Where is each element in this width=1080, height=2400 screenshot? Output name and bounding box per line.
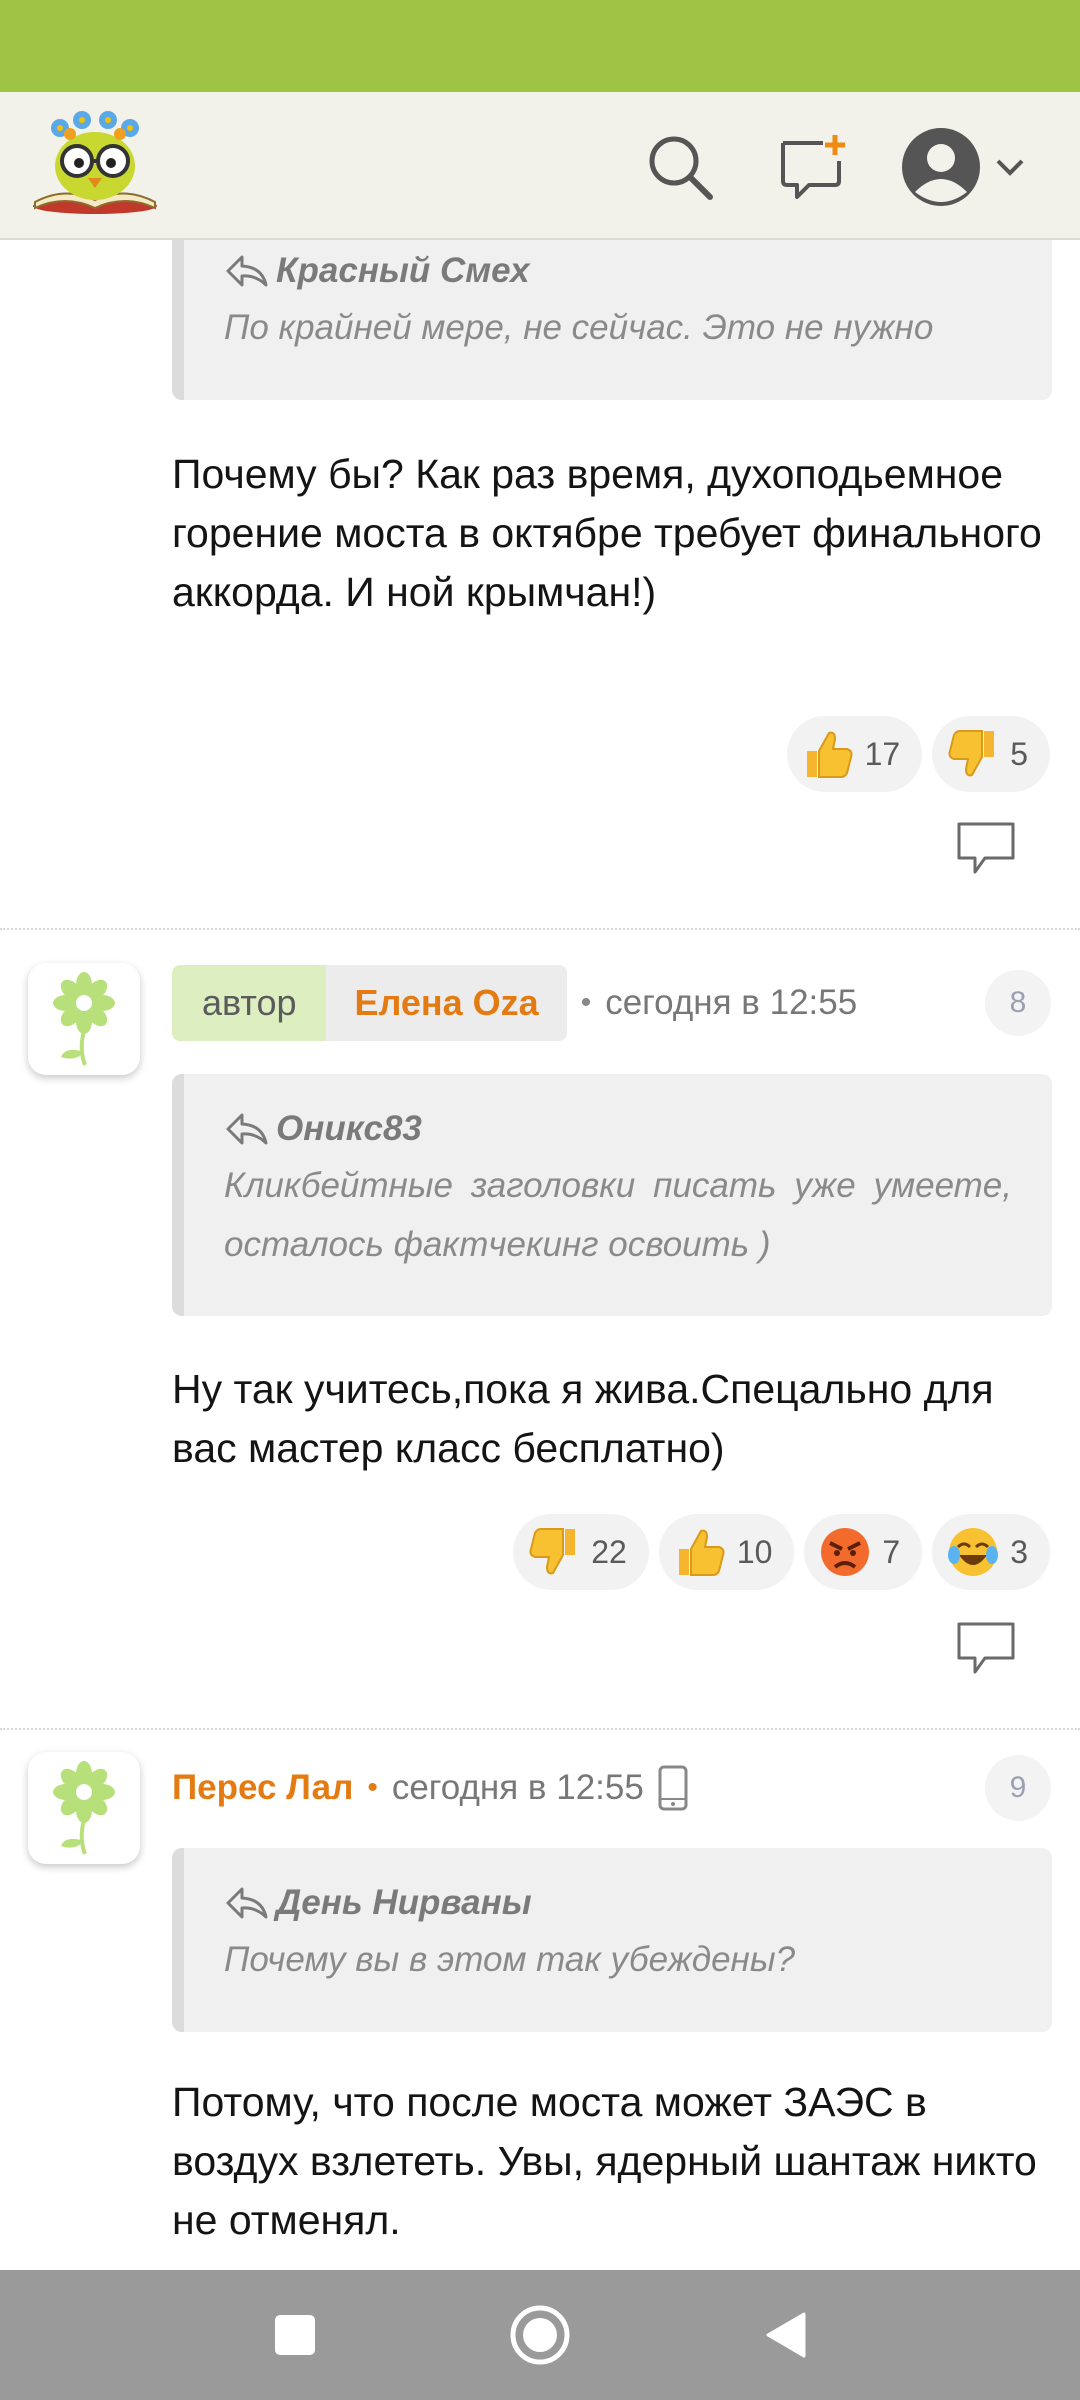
author-role-label: автор [172,965,327,1041]
reaction-tears-of-joy[interactable]: 3 [932,1514,1050,1590]
reaction-thumbs-up[interactable]: 17 [786,716,923,792]
thumbs-down-icon [527,1525,581,1579]
reaction-thumbs-up[interactable]: 10 [658,1514,795,1590]
profile-menu-button[interactable] [895,122,1035,212]
quoted-reply: День Нирваны Почему вы в этом так убежде… [172,1848,1052,2032]
quote-text: Кликбейтные заголовки писать уже умеете,… [224,1166,1012,1264]
separator-dot: • [367,1771,378,1804]
comment-body: Потому, что после моста может ЗАЭС в воз… [172,2079,1037,2243]
reaction-count: 22 [591,1533,627,1570]
reaction-count: 17 [864,735,901,772]
quoted-reply: Оникс83 Кликбейтные заголовки писать уже… [172,1074,1052,1316]
comment-body: Почему бы? Как раз время, духоподьемное … [172,451,1042,615]
search-button[interactable] [635,122,725,212]
author-name[interactable]: Перес Лал [172,1768,353,1808]
flower-avatar-icon [53,972,115,1066]
circle-icon [510,2305,570,2365]
reply-button[interactable] [955,1620,1017,1678]
recents-button[interactable] [255,2295,335,2375]
comment-time[interactable]: сегодня в 12:55 [605,983,857,1023]
reaction-count: 3 [1010,1533,1028,1570]
reply-arrow-icon [226,1113,268,1145]
home-button[interactable] [500,2295,580,2375]
triangle-back-icon [766,2312,806,2358]
reaction-thumbs-down[interactable]: 5 [932,716,1050,792]
reaction-count: 10 [736,1533,773,1570]
back-button[interactable] [745,2295,825,2375]
quote-author[interactable]: Оникс83 [276,1109,422,1149]
flower-avatar-icon [53,1761,115,1855]
reactions-bar: 17 5 [786,716,1050,792]
system-navigation-bar [0,2270,1080,2400]
status-bar [0,0,1080,92]
app-header [0,92,1080,240]
avatar[interactable] [28,1752,140,1864]
user-avatar-icon [902,128,980,206]
quote-text: Почему вы в этом так убеждены? [224,1940,796,1979]
quote-author[interactable]: Красный Смех [276,251,530,291]
reaction-count: 7 [882,1533,901,1570]
square-icon [275,2315,315,2355]
tears-of-joy-icon [946,1525,1000,1579]
search-icon [649,136,713,200]
comment-divider [0,1728,1080,1730]
comment-number[interactable]: 8 [985,970,1051,1036]
thumbs-up-icon [801,727,855,781]
comment-time[interactable]: сегодня в 12:55 [392,1768,644,1808]
thumbs-down-icon [946,727,1000,781]
separator-dot: • [580,986,592,1019]
reaction-thumbs-down[interactable]: 22 [513,1514,649,1590]
reaction-count: 5 [1010,735,1028,772]
quoted-reply: Красный Смех По крайней мере, не сейчас.… [172,240,1052,400]
chevron-down-icon [996,159,1024,176]
owl-book-logo[interactable] [30,106,160,218]
comments-feed[interactable]: Красный Смех По крайней мере, не сейчас.… [0,240,1080,2270]
reply-arrow-icon [226,1887,268,1919]
thumbs-up-icon [673,1525,727,1579]
author-name[interactable]: Елена Oza [326,965,567,1041]
comment-body: Ну так учитесь,пока я жива.Спецально для… [172,1366,994,1471]
comment-meta: автор Елена Oza • сегодня в 12:55 [172,965,857,1041]
comment-number[interactable]: 9 [985,1755,1051,1821]
reaction-angry[interactable]: 7 [804,1514,923,1590]
author-badge[interactable]: автор Елена Oza [172,965,567,1041]
mobile-phone-icon [658,1765,688,1811]
new-message-icon [781,135,845,199]
new-message-button[interactable] [768,122,858,212]
reply-arrow-icon [226,255,268,287]
avatar[interactable] [28,963,140,1075]
quote-author[interactable]: День Нирваны [276,1883,532,1923]
comment-divider [0,928,1080,930]
quote-text: По крайней мере, не сейчас. Это не нужно [224,308,934,347]
reactions-bar: 22 10 7 3 [513,1514,1050,1590]
reply-button[interactable] [955,820,1017,878]
comment-meta: Перес Лал • сегодня в 12:55 [172,1750,690,1826]
angry-face-icon [818,1525,872,1579]
